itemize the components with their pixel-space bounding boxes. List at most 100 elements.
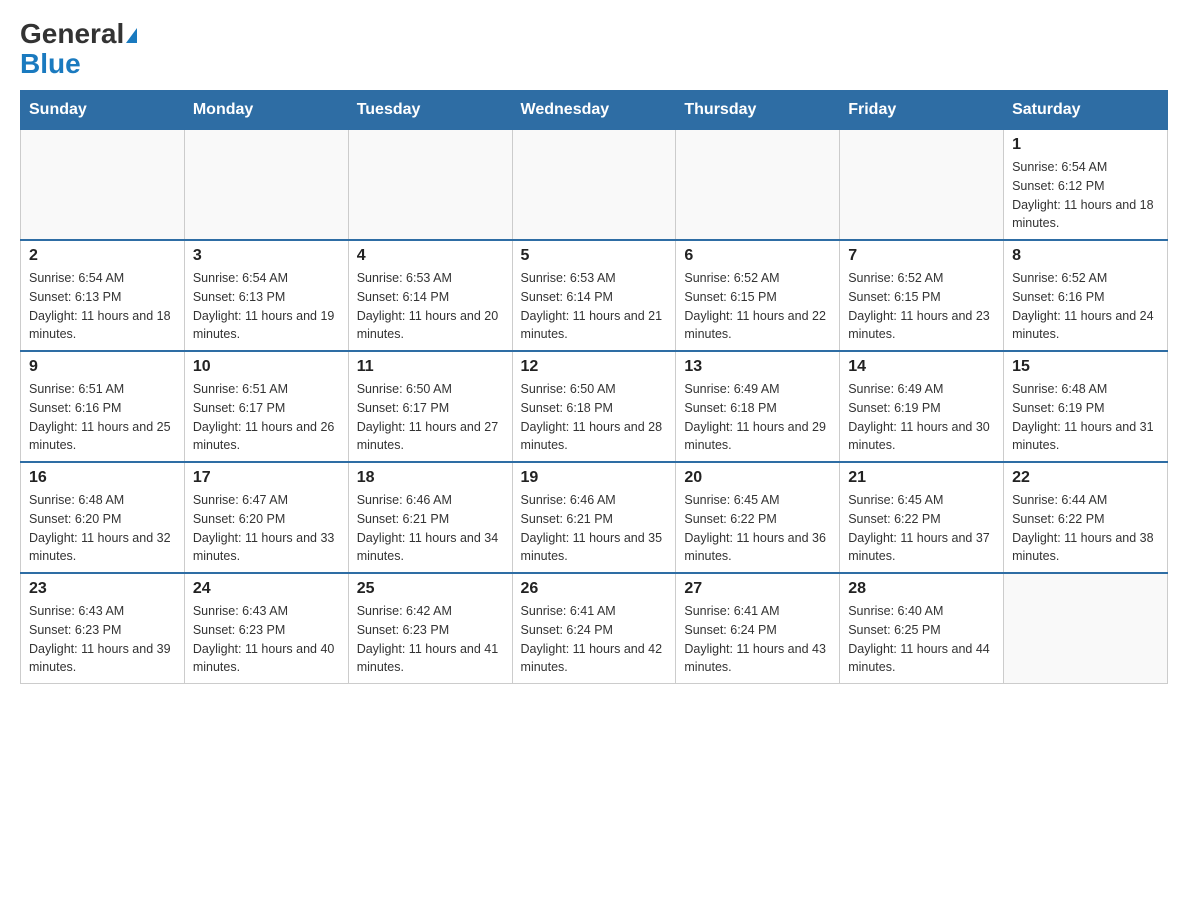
day-info: Sunrise: 6:52 AMSunset: 6:15 PMDaylight:… [848,269,995,344]
day-number: 23 [29,580,176,598]
day-info: Sunrise: 6:52 AMSunset: 6:15 PMDaylight:… [684,269,831,344]
day-number: 10 [193,358,340,376]
day-number: 11 [357,358,504,376]
calendar-week-2: 2 Sunrise: 6:54 AMSunset: 6:13 PMDaylight… [21,240,1168,351]
day-info: Sunrise: 6:48 AMSunset: 6:19 PMDaylight:… [1012,380,1159,455]
day-number: 5 [521,247,668,265]
calendar-cell: 22 Sunrise: 6:44 AMSunset: 6:22 PMDayligh… [1004,462,1168,573]
calendar-cell [184,130,348,241]
calendar-cell: 7 Sunrise: 6:52 AMSunset: 6:15 PMDaylight… [840,240,1004,351]
calendar-cell [1004,573,1168,684]
calendar-cell: 2 Sunrise: 6:54 AMSunset: 6:13 PMDaylight… [21,240,185,351]
day-info: Sunrise: 6:41 AMSunset: 6:24 PMDaylight:… [684,602,831,677]
day-info: Sunrise: 6:43 AMSunset: 6:23 PMDaylight:… [193,602,340,677]
calendar-cell: 9 Sunrise: 6:51 AMSunset: 6:16 PMDaylight… [21,351,185,462]
day-info: Sunrise: 6:45 AMSunset: 6:22 PMDaylight:… [684,491,831,566]
day-number: 22 [1012,469,1159,487]
day-number: 19 [521,469,668,487]
day-number: 24 [193,580,340,598]
weekday-header-monday: Monday [184,91,348,130]
day-number: 27 [684,580,831,598]
calendar-cell [676,130,840,241]
weekday-header-sunday: Sunday [21,91,185,130]
day-info: Sunrise: 6:42 AMSunset: 6:23 PMDaylight:… [357,602,504,677]
logo-blue: Blue [20,48,81,80]
calendar-cell: 23 Sunrise: 6:43 AMSunset: 6:23 PMDayligh… [21,573,185,684]
calendar-cell [21,130,185,241]
day-number: 4 [357,247,504,265]
day-info: Sunrise: 6:48 AMSunset: 6:20 PMDaylight:… [29,491,176,566]
logo-general: General [20,20,137,48]
calendar-cell: 25 Sunrise: 6:42 AMSunset: 6:23 PMDayligh… [348,573,512,684]
calendar-week-5: 23 Sunrise: 6:43 AMSunset: 6:23 PMDayligh… [21,573,1168,684]
calendar-cell: 28Sunrise: 6:40 AMSunset: 6:25 PMDayligh… [840,573,1004,684]
weekday-header-wednesday: Wednesday [512,91,676,130]
calendar-cell: 17 Sunrise: 6:47 AMSunset: 6:20 PMDayligh… [184,462,348,573]
calendar-cell [512,130,676,241]
calendar-cell: 12Sunrise: 6:50 AMSunset: 6:18 PMDayligh… [512,351,676,462]
day-number: 3 [193,247,340,265]
calendar-cell: 26 Sunrise: 6:41 AMSunset: 6:24 PMDayligh… [512,573,676,684]
day-number: 17 [193,469,340,487]
weekday-header-friday: Friday [840,91,1004,130]
day-info: Sunrise: 6:54 AMSunset: 6:12 PMDaylight:… [1012,158,1159,233]
day-number: 6 [684,247,831,265]
day-info: Sunrise: 6:46 AMSunset: 6:21 PMDaylight:… [521,491,668,566]
calendar-week-3: 9 Sunrise: 6:51 AMSunset: 6:16 PMDaylight… [21,351,1168,462]
weekday-header-saturday: Saturday [1004,91,1168,130]
day-number: 7 [848,247,995,265]
calendar-cell: 20 Sunrise: 6:45 AMSunset: 6:22 PMDayligh… [676,462,840,573]
calendar-cell: 3 Sunrise: 6:54 AMSunset: 6:13 PMDaylight… [184,240,348,351]
page-header: General Blue [20,20,1168,80]
day-info: Sunrise: 6:52 AMSunset: 6:16 PMDaylight:… [1012,269,1159,344]
calendar-cell: 18 Sunrise: 6:46 AMSunset: 6:21 PMDayligh… [348,462,512,573]
calendar-cell: 4 Sunrise: 6:53 AMSunset: 6:14 PMDaylight… [348,240,512,351]
day-number: 25 [357,580,504,598]
day-number: 8 [1012,247,1159,265]
calendar-cell: 5 Sunrise: 6:53 AMSunset: 6:14 PMDaylight… [512,240,676,351]
day-info: Sunrise: 6:51 AMSunset: 6:16 PMDaylight:… [29,380,176,455]
logo: General Blue [20,20,137,80]
day-number: 9 [29,358,176,376]
day-info: Sunrise: 6:50 AMSunset: 6:17 PMDaylight:… [357,380,504,455]
calendar-table: SundayMondayTuesdayWednesdayThursdayFrid… [20,90,1168,684]
calendar-cell: 19 Sunrise: 6:46 AMSunset: 6:21 PMDayligh… [512,462,676,573]
calendar-week-4: 16 Sunrise: 6:48 AMSunset: 6:20 PMDayligh… [21,462,1168,573]
day-info: Sunrise: 6:41 AMSunset: 6:24 PMDaylight:… [521,602,668,677]
day-info: Sunrise: 6:46 AMSunset: 6:21 PMDaylight:… [357,491,504,566]
day-number: 1 [1012,136,1159,154]
calendar-cell [348,130,512,241]
day-number: 12 [521,358,668,376]
day-info: Sunrise: 6:40 AMSunset: 6:25 PMDaylight:… [848,602,995,677]
day-number: 18 [357,469,504,487]
calendar-cell: 10 Sunrise: 6:51 AMSunset: 6:17 PMDayligh… [184,351,348,462]
day-number: 15 [1012,358,1159,376]
day-info: Sunrise: 6:51 AMSunset: 6:17 PMDaylight:… [193,380,340,455]
calendar-cell: 27 Sunrise: 6:41 AMSunset: 6:24 PMDayligh… [676,573,840,684]
calendar-cell: 6 Sunrise: 6:52 AMSunset: 6:15 PMDaylight… [676,240,840,351]
day-info: Sunrise: 6:47 AMSunset: 6:20 PMDaylight:… [193,491,340,566]
calendar-cell: 21Sunrise: 6:45 AMSunset: 6:22 PMDayligh… [840,462,1004,573]
weekday-header-tuesday: Tuesday [348,91,512,130]
calendar-cell: 13 Sunrise: 6:49 AMSunset: 6:18 PMDayligh… [676,351,840,462]
day-info: Sunrise: 6:53 AMSunset: 6:14 PMDaylight:… [521,269,668,344]
day-info: Sunrise: 6:54 AMSunset: 6:13 PMDaylight:… [193,269,340,344]
day-info: Sunrise: 6:54 AMSunset: 6:13 PMDaylight:… [29,269,176,344]
day-info: Sunrise: 6:43 AMSunset: 6:23 PMDaylight:… [29,602,176,677]
day-number: 21 [848,469,995,487]
day-number: 13 [684,358,831,376]
weekday-header-thursday: Thursday [676,91,840,130]
day-info: Sunrise: 6:44 AMSunset: 6:22 PMDaylight:… [1012,491,1159,566]
calendar-cell: 14Sunrise: 6:49 AMSunset: 6:19 PMDayligh… [840,351,1004,462]
day-number: 2 [29,247,176,265]
day-number: 20 [684,469,831,487]
calendar-cell: 8 Sunrise: 6:52 AMSunset: 6:16 PMDaylight… [1004,240,1168,351]
day-number: 16 [29,469,176,487]
day-number: 26 [521,580,668,598]
calendar-week-1: 1 Sunrise: 6:54 AMSunset: 6:12 PMDaylight… [21,130,1168,241]
day-info: Sunrise: 6:49 AMSunset: 6:18 PMDaylight:… [684,380,831,455]
calendar-cell: 16 Sunrise: 6:48 AMSunset: 6:20 PMDayligh… [21,462,185,573]
calendar-cell: 24 Sunrise: 6:43 AMSunset: 6:23 PMDayligh… [184,573,348,684]
day-info: Sunrise: 6:53 AMSunset: 6:14 PMDaylight:… [357,269,504,344]
weekday-header-row: SundayMondayTuesdayWednesdayThursdayFrid… [21,91,1168,130]
